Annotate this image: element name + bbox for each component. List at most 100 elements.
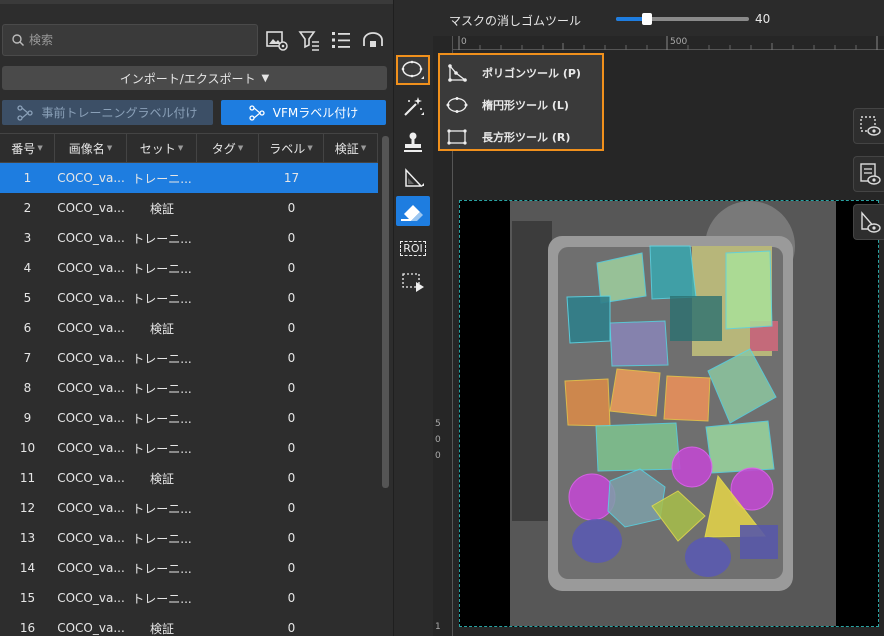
table-cell-name: COCO_va... bbox=[57, 351, 125, 365]
view-checklist-button[interactable] bbox=[853, 156, 884, 192]
image-settings-icon[interactable] bbox=[265, 28, 289, 52]
shape-tool-button[interactable] bbox=[396, 55, 430, 85]
table-row[interactable]: 8 COCO_va... トレーニ... 0 bbox=[0, 373, 378, 403]
column-header[interactable]: セット ▼ bbox=[127, 134, 197, 162]
table-row[interactable]: 13 COCO_va... トレーニ... 0 bbox=[0, 523, 378, 553]
eraser-size-slider[interactable] bbox=[616, 13, 749, 25]
menu-item-polygon[interactable]: ポリゴンツール (P) bbox=[440, 57, 602, 89]
table-cell-name: COCO_va... bbox=[57, 531, 125, 545]
table-cell-label: 0 bbox=[287, 561, 296, 575]
table-row[interactable]: 4 COCO_va... トレーニ... 0 bbox=[0, 253, 378, 283]
roi-tool-button[interactable]: ROI bbox=[396, 233, 430, 263]
slider-thumb[interactable] bbox=[641, 13, 652, 25]
table-row[interactable]: 9 COCO_va... トレーニ... 0 bbox=[0, 403, 378, 433]
table-cell-set: 検証 bbox=[149, 621, 174, 636]
sort-arrow-icon[interactable]: ▼ bbox=[361, 144, 366, 152]
table-cell-name: COCO_va... bbox=[57, 261, 125, 275]
ellipse-icon bbox=[446, 97, 468, 113]
image-table: 番号 ▼ 画像名 ▼ セット ▼ タグ ▼ ラベル ▼ 検証 ▼ 1 COCO_va... トレーニ...… bbox=[0, 133, 378, 636]
table-cell-label: 0 bbox=[287, 591, 296, 605]
table-row[interactable]: 11 COCO_va... 検証 0 bbox=[0, 463, 378, 493]
ruler-tick-label: 5 bbox=[435, 419, 441, 429]
stamp-icon bbox=[404, 132, 422, 152]
polygon-lasso-button[interactable] bbox=[396, 163, 430, 193]
table-cell-name: COCO_va... bbox=[57, 231, 125, 245]
sort-arrow-icon[interactable]: ▼ bbox=[178, 144, 183, 152]
table-row[interactable]: 3 COCO_va... トレーニ... 0 bbox=[0, 223, 378, 253]
stamp-tool-button[interactable] bbox=[396, 127, 430, 157]
sort-arrow-icon[interactable]: ▼ bbox=[307, 144, 312, 152]
filter-settings-icon[interactable] bbox=[297, 28, 321, 52]
column-header[interactable]: 検証 ▼ bbox=[324, 134, 378, 162]
menu-item-label: 楕円形ツール (L) bbox=[482, 99, 569, 112]
eraser-options-bar: マスクの消しゴムツール 40 bbox=[433, 0, 884, 36]
app-window: インポート/エクスポート ▼ 事前トレーニングラベル付け VFMラベル付け 番号… bbox=[0, 0, 884, 636]
table-row[interactable]: 6 COCO_va... 検証 0 bbox=[0, 313, 378, 343]
checklist-eye-icon bbox=[860, 163, 881, 185]
table-cell-name: COCO_va... bbox=[57, 591, 125, 605]
list-view-icon[interactable] bbox=[329, 28, 353, 52]
collapse-panel-icon[interactable] bbox=[361, 28, 385, 52]
table-cell-label: 0 bbox=[287, 501, 296, 515]
table-row[interactable]: 10 COCO_va... トレーニ... 0 bbox=[0, 433, 378, 463]
sort-arrow-icon[interactable]: ▼ bbox=[238, 144, 243, 152]
table-cell-label: 0 bbox=[287, 411, 296, 425]
search-input[interactable] bbox=[29, 33, 249, 47]
view-roi-button[interactable] bbox=[853, 108, 884, 144]
search-box[interactable] bbox=[2, 24, 258, 56]
view-mask-button[interactable] bbox=[853, 204, 884, 240]
table-cell-set: トレーニ... bbox=[132, 291, 192, 306]
table-cell-label: 0 bbox=[287, 531, 296, 545]
menu-item-rectangle[interactable]: 長方形ツール (R) bbox=[440, 121, 602, 153]
chevron-down-icon: ▼ bbox=[261, 72, 270, 84]
vfm-labeling-button[interactable]: VFMラベル付け bbox=[221, 100, 386, 125]
table-cell-name: COCO_va... bbox=[57, 381, 125, 395]
table-row[interactable]: 1 COCO_va... トレーニ... 17 bbox=[0, 163, 378, 193]
column-header-label: タグ bbox=[211, 141, 236, 156]
vfm-labeling-label: VFMラベル付け bbox=[272, 106, 359, 120]
image-canvas[interactable] bbox=[459, 200, 879, 627]
table-row[interactable]: 15 COCO_va... トレーニ... 0 bbox=[0, 583, 378, 613]
sort-arrow-icon[interactable]: ▼ bbox=[37, 144, 42, 152]
table-cell-label: 0 bbox=[287, 351, 296, 365]
table-cell-name: COCO_va... bbox=[57, 441, 125, 455]
table-scrollbar[interactable] bbox=[382, 136, 389, 488]
column-header[interactable]: ラベル ▼ bbox=[259, 134, 324, 162]
table-row[interactable]: 7 COCO_va... トレーニ... 0 bbox=[0, 343, 378, 373]
tool-sidebar: ROI bbox=[393, 0, 433, 636]
column-header-label: 検証 bbox=[334, 141, 359, 156]
roi-play-button[interactable] bbox=[396, 267, 430, 297]
table-cell-name: COCO_va... bbox=[57, 561, 125, 575]
magic-wand-button[interactable] bbox=[396, 92, 430, 122]
column-header[interactable]: 番号 ▼ bbox=[0, 134, 55, 162]
table-cell-no: 7 bbox=[23, 351, 32, 365]
table-row[interactable]: 16 COCO_va... 検証 0 bbox=[0, 613, 378, 636]
table-cell-set: 検証 bbox=[149, 321, 174, 336]
eraser-tool-button[interactable] bbox=[396, 196, 430, 226]
sort-arrow-icon[interactable]: ▼ bbox=[107, 144, 112, 152]
table-cell-no: 9 bbox=[23, 411, 32, 425]
table-row[interactable]: 12 COCO_va... トレーニ... 0 bbox=[0, 493, 378, 523]
menu-item-ellipse[interactable]: 楕円形ツール (L) bbox=[440, 89, 602, 121]
table-cell-label: 0 bbox=[287, 321, 296, 335]
table-cell-no: 10 bbox=[19, 441, 36, 455]
column-header[interactable]: 画像名 ▼ bbox=[55, 134, 127, 162]
table-cell-set: トレーニ... bbox=[132, 381, 192, 396]
menu-item-label: 長方形ツール (R) bbox=[482, 131, 571, 144]
image-list-panel: インポート/エクスポート ▼ 事前トレーニングラベル付け VFMラベル付け 番号… bbox=[0, 0, 393, 636]
pretrain-labeling-button[interactable]: 事前トレーニングラベル付け bbox=[2, 100, 213, 125]
table-cell-no: 16 bbox=[19, 621, 36, 635]
table-row[interactable]: 2 COCO_va... 検証 0 bbox=[0, 193, 378, 223]
table-cell-no: 13 bbox=[19, 531, 36, 545]
table-row[interactable]: 5 COCO_va... トレーニ... 0 bbox=[0, 283, 378, 313]
table-row[interactable]: 14 COCO_va... トレーニ... 0 bbox=[0, 553, 378, 583]
eraser-size-label: マスクの消しゴムツール bbox=[449, 14, 582, 28]
rectangle-icon bbox=[447, 129, 467, 145]
table-cell-set: トレーニ... bbox=[132, 231, 192, 246]
import-export-button[interactable]: インポート/エクスポート ▼ bbox=[2, 66, 387, 90]
annotated-image bbox=[460, 201, 878, 626]
table-cell-no: 14 bbox=[19, 561, 36, 575]
eraser-size-value: 40 bbox=[755, 12, 771, 26]
column-header[interactable]: タグ ▼ bbox=[197, 134, 259, 162]
shape-tool-menu: ポリゴンツール (P) 楕円形ツール (L) 長方形ツール (R) bbox=[438, 53, 604, 151]
